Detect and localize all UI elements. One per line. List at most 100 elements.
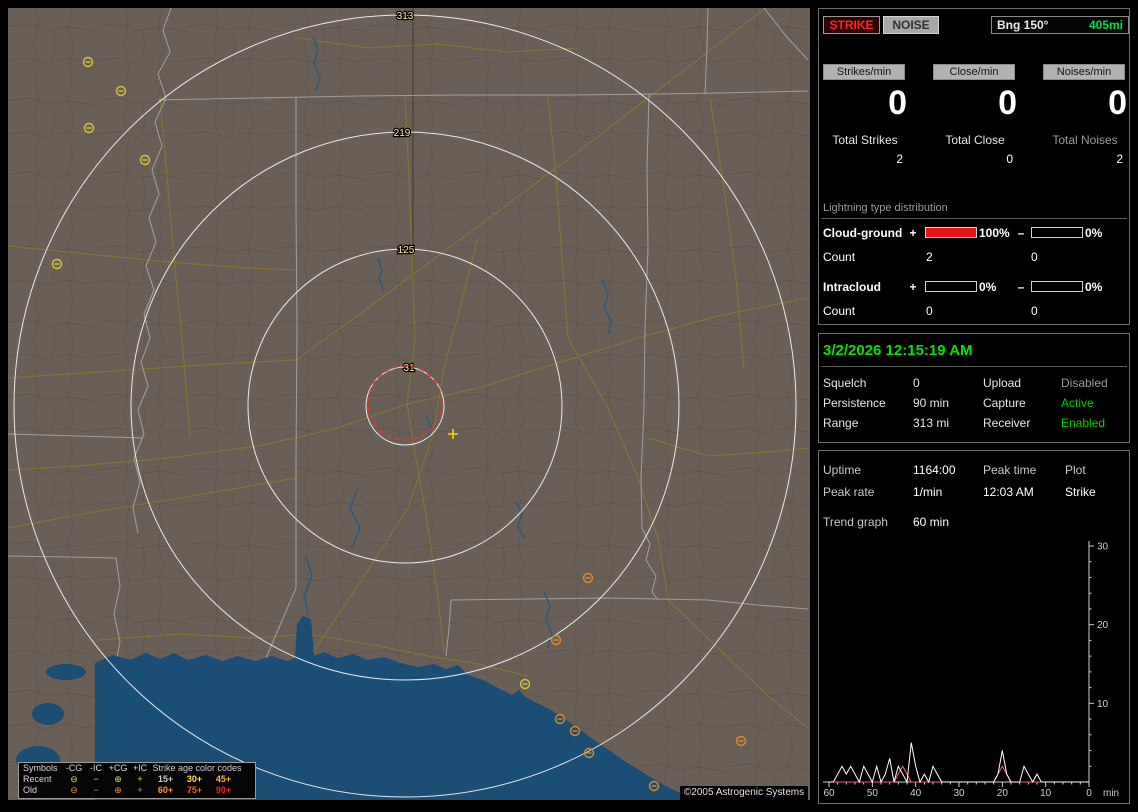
- ring-label-313: 313: [397, 11, 414, 22]
- squelch-value: 0: [913, 376, 920, 390]
- capture-status: Active: [1061, 396, 1094, 410]
- cloud-ground-label: Cloud-ground: [823, 226, 903, 240]
- map-legend: Symbols -CG -IC +CG +IC Strike age color code…: [18, 762, 256, 799]
- ic-negative-pct: 0%: [1085, 280, 1103, 294]
- ring-label-31: 31: [403, 363, 415, 374]
- pos-ic-old-icon: +: [137, 785, 143, 795]
- range-value: 313 mi: [913, 416, 950, 430]
- legend-recent-row: Recent ⊖ − ⊕ +15+ 30+ 45+: [19, 774, 255, 785]
- plot-value: Strike: [1065, 485, 1096, 499]
- neg-ic-old-icon: −: [93, 785, 99, 795]
- pos-cg-old-icon: ⊕: [114, 785, 122, 795]
- cg-positive-count: 2: [926, 250, 933, 264]
- lake: [46, 664, 86, 680]
- noises-per-min-value: 0: [1108, 84, 1127, 122]
- age-code-60: 60+: [157, 785, 174, 795]
- age-code-45: 45+: [215, 774, 232, 784]
- svg-text:30: 30: [1097, 542, 1109, 553]
- divider: [821, 366, 1127, 367]
- distribution-title: Lightning type distribution: [823, 202, 948, 214]
- pos-cg-recent-icon: ⊕: [114, 774, 122, 784]
- ic-positive-bar: [925, 281, 977, 292]
- upload-label: Upload: [983, 376, 1022, 390]
- total-noises-label: Total Noises: [1052, 133, 1118, 147]
- pos-ic-recent-icon: +: [137, 774, 143, 784]
- trend-panel: Uptime 1164:00 Peak time Plot Peak rate …: [818, 450, 1130, 804]
- legend-col-neg-cg: -CG: [65, 763, 83, 773]
- persistence-value: 90 min: [913, 396, 950, 410]
- strike-stats-panel: STRIKE NOISE Bng 150° 405mi Strikes/min …: [818, 8, 1130, 325]
- cg-negative-bar: [1031, 227, 1083, 238]
- cg-positive-pct: 100%: [979, 226, 1010, 240]
- minus-sign: –: [1017, 226, 1025, 240]
- intracloud-count-row: Count 0 0: [819, 304, 1129, 318]
- strike-mode-button[interactable]: STRIKE: [823, 16, 880, 34]
- capture-label: Capture: [983, 396, 1026, 410]
- total-close-value: 0: [1006, 152, 1013, 166]
- legend-symbols-header: Symbols: [23, 763, 58, 773]
- noises-per-min-button[interactable]: Noises/min: [1043, 64, 1125, 80]
- lightning-map[interactable]: 313 219 125 31 Symbols -CG -IC +CG +IC Strike…: [8, 8, 810, 800]
- age-code-15: 15+: [157, 774, 174, 784]
- minus-sign: –: [1017, 280, 1025, 294]
- trend-graph-label: Trend graph: [823, 515, 888, 529]
- trend-graph-window: 60 min: [913, 515, 950, 529]
- clock-timestamp: 3/2/2026 12:15:19 AM: [823, 342, 973, 359]
- neg-ic-recent-icon: −: [93, 774, 99, 784]
- settings-row: Range 313 mi Receiver Enabled: [819, 416, 1129, 430]
- legend-age-header: Strike age color codes: [152, 763, 242, 773]
- ic-positive-count: 0: [926, 304, 933, 318]
- trend-graph-chart: 30 20 10 60 50 40 30 20 10 0 min: [823, 541, 1119, 799]
- settings-row: Persistence 90 min Capture Active: [819, 396, 1129, 410]
- noise-mode-button[interactable]: NOISE: [883, 16, 939, 34]
- copyright-text: ©2005 Astrogenic Systems: [680, 786, 808, 800]
- total-close-label: Total Close: [945, 133, 1005, 147]
- svg-text:20: 20: [997, 788, 1009, 799]
- uptime-value: 1164:00: [913, 463, 956, 477]
- neg-cg-recent-icon: ⊖: [70, 774, 78, 784]
- svg-text:10: 10: [1097, 699, 1109, 710]
- receiver-label: Receiver: [983, 416, 1031, 430]
- nexstorm-app: 313 219 125 31 Symbols -CG -IC +CG +IC Strike…: [0, 0, 1138, 812]
- strikes-per-min-button[interactable]: Strikes/min: [823, 64, 905, 80]
- svg-text:20: 20: [1097, 620, 1109, 631]
- plot-label: Plot: [1065, 463, 1086, 477]
- peak-time-value: 12:03 AM: [983, 485, 1034, 499]
- close-per-min-value: 0: [998, 84, 1017, 122]
- age-code-75: 75+: [186, 785, 203, 795]
- map-canvas: 313 219 125 31: [8, 8, 810, 800]
- total-strikes-label: Total Strikes: [832, 133, 898, 147]
- receiver-status: Enabled: [1061, 416, 1106, 430]
- svg-text:10: 10: [1040, 788, 1052, 799]
- lake: [32, 703, 64, 725]
- total-strikes-value: 2: [896, 152, 903, 166]
- bearing-label: Bng 150°: [997, 18, 1049, 32]
- upload-status: Disabled: [1061, 376, 1108, 390]
- total-noises-value: 2: [1116, 152, 1123, 166]
- ic-negative-bar: [1031, 281, 1083, 292]
- svg-text:min: min: [1103, 788, 1119, 799]
- close-per-min-button[interactable]: Close/min: [933, 64, 1015, 80]
- legend-recent-label: Recent: [23, 774, 52, 784]
- intracloud-row: Intracloud + 0% – 0%: [819, 280, 1129, 294]
- uptime-label: Uptime: [823, 463, 862, 477]
- count-label: Count: [823, 304, 856, 318]
- svg-text:40: 40: [910, 788, 922, 799]
- ic-negative-count: 0: [1031, 304, 1038, 318]
- plus-sign: +: [909, 280, 917, 294]
- peak-rate-label: Peak rate: [823, 485, 875, 499]
- cg-negative-pct: 0%: [1085, 226, 1103, 240]
- settings-row: Squelch 0 Upload Disabled: [819, 376, 1129, 390]
- svg-text:60: 60: [823, 788, 835, 799]
- svg-text:30: 30: [953, 788, 965, 799]
- squelch-label: Squelch: [823, 376, 867, 390]
- strikes-per-min-value: 0: [888, 84, 907, 122]
- neg-cg-old-icon: ⊖: [70, 785, 78, 795]
- intracloud-label: Intracloud: [823, 280, 882, 294]
- legend-col-pos-cg: +CG: [108, 763, 128, 773]
- ring-label-219: 219: [394, 128, 411, 139]
- ic-positive-pct: 0%: [979, 280, 997, 294]
- lake: [113, 659, 137, 669]
- cloud-ground-row: Cloud-ground + 100% – 0%: [819, 226, 1129, 240]
- legend-old-row: Old ⊖ − ⊕ +60+ 75+ 90+: [19, 785, 255, 796]
